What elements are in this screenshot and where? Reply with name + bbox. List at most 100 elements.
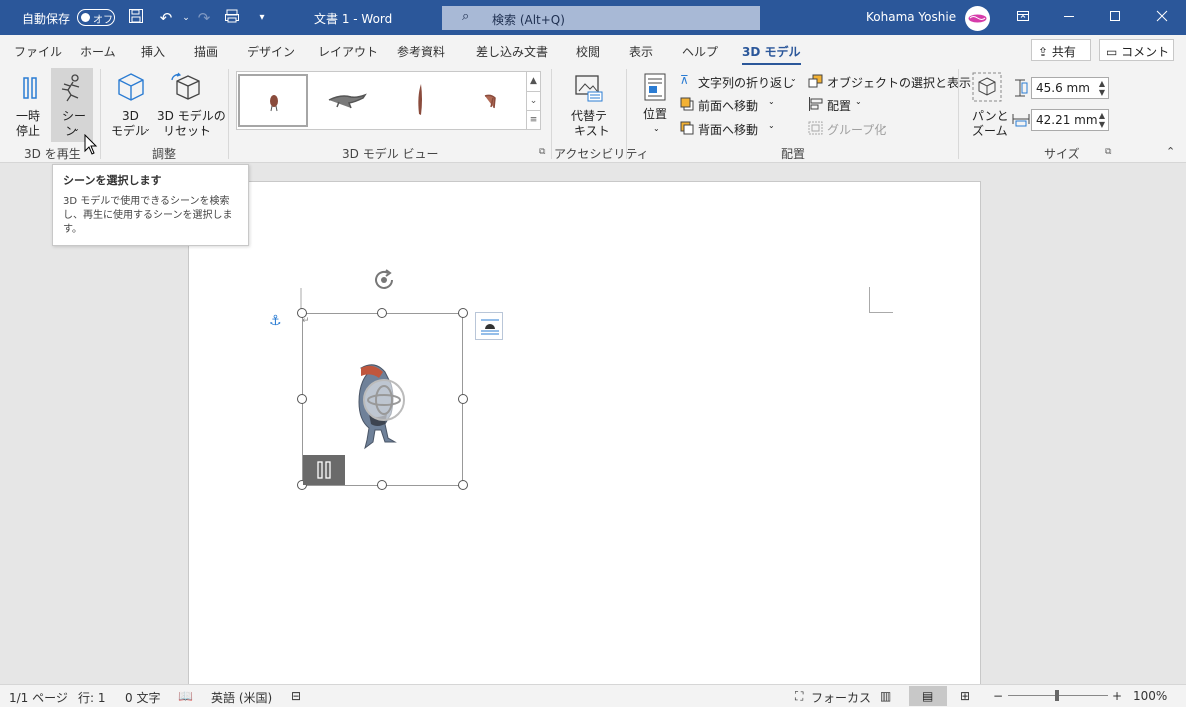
maximize-icon[interactable] [1108, 9, 1122, 23]
spin-down-icon[interactable]: ▼ [1099, 120, 1105, 129]
3d-model-button[interactable]: 3D モデル ⌄ [108, 69, 154, 141]
page-count[interactable]: 1/1 ページ [9, 689, 68, 706]
tab-review[interactable]: 校閲 [576, 43, 600, 60]
wrap-text-button[interactable]: ⊼ 文字列の折り返し ⌄ [680, 73, 800, 91]
align-button[interactable]: 配置 ⌄ [808, 96, 868, 114]
macro-record-icon[interactable]: ⊟ [291, 689, 301, 703]
gallery-scroll-up[interactable]: ▲ [526, 72, 540, 91]
zoom-out-icon[interactable]: − [993, 689, 1003, 703]
gallery-more[interactable]: ≡ [526, 110, 540, 129]
save-icon[interactable] [126, 8, 146, 28]
chevron-down-icon: ⌄ [73, 124, 80, 133]
tab-file[interactable]: ファイル [14, 43, 62, 60]
rotate-handle-icon[interactable] [372, 268, 398, 292]
user-name[interactable]: Kohama Yoshie [866, 10, 956, 24]
resize-handle[interactable] [297, 394, 307, 404]
proofing-icon[interactable]: 📖 [178, 689, 193, 703]
customize-qat-icon[interactable]: ▾ [252, 8, 272, 28]
width-input[interactable]: 42.21 mm ▲ ▼ [1031, 109, 1109, 131]
minimize-icon[interactable] [1062, 9, 1076, 23]
resize-handle[interactable] [377, 308, 387, 318]
layout-options-button[interactable] [475, 312, 503, 340]
scene-button[interactable]: シー ン ⌄ [51, 68, 93, 142]
resize-handle[interactable] [458, 480, 468, 490]
spin-up-icon[interactable]: ▲ [1099, 79, 1105, 88]
tab-help[interactable]: ヘルプ [682, 43, 718, 60]
line-number[interactable]: 行: 1 [78, 689, 106, 706]
view-thumbnail-top[interactable] [385, 74, 455, 127]
tab-design[interactable]: デザイン [247, 43, 295, 60]
resize-handle[interactable] [297, 308, 307, 318]
zoom-level[interactable]: 100% [1133, 689, 1167, 703]
spin-up-icon[interactable]: ▲ [1099, 111, 1105, 120]
dialog-launcher-icon[interactable]: ⧉ [539, 147, 545, 157]
print-layout-icon: ▤ [922, 689, 934, 703]
spin-down-icon[interactable]: ▼ [1099, 88, 1105, 97]
position-button[interactable]: 位置 ⌄ [638, 69, 674, 141]
reset-3d-model-button[interactable]: 3D モデルの リセット ⌄ [156, 69, 226, 141]
share-button[interactable]: ⇪ 共有 [1031, 39, 1091, 61]
selection-pane-button[interactable]: オブジェクトの選択と表示 [808, 73, 971, 91]
undo-dropdown-icon[interactable]: ⌄ [176, 8, 196, 28]
collapse-ribbon-icon[interactable]: ⌃ [1166, 145, 1175, 158]
send-backward-icon [680, 121, 694, 135]
gallery-scroll-down[interactable]: ⌄ [526, 91, 540, 110]
tab-insert[interactable]: 挿入 [141, 43, 165, 60]
zoom-in-icon[interactable]: + [1112, 689, 1122, 703]
tab-3d-model[interactable]: 3D モデル [742, 43, 801, 65]
chevron-down-icon: ⌄ [200, 124, 207, 133]
selection-pane-label: オブジェクトの選択と表示 [827, 76, 972, 90]
comment-button[interactable]: ▭ コメント [1099, 39, 1174, 61]
pause-button[interactable]: 一時 停止 [12, 69, 48, 141]
word-count[interactable]: 0 文字 [125, 689, 160, 706]
read-mode-icon[interactable]: ▥ [880, 689, 891, 703]
bring-forward-icon [680, 97, 694, 111]
view-thumbnail-front[interactable] [238, 74, 308, 127]
ribbon-display-icon[interactable] [1016, 9, 1030, 23]
alt-text-label-2: キスト [574, 124, 610, 138]
tab-mailings[interactable]: 差し込み文書 [476, 43, 548, 60]
focus-mode[interactable]: フォーカス [811, 689, 871, 706]
undo-icon[interactable]: ↶ [156, 8, 176, 28]
search-box[interactable]: ⌕ 検索 (Alt+Q) [442, 6, 760, 30]
3d-view-gallery: ▲ ⌄ ≡ [236, 71, 541, 130]
dinosaur-thumbnail-icon [270, 95, 278, 112]
pan-zoom-button[interactable]: パンと ズーム [966, 69, 1009, 141]
group-button[interactable]: グループ化 ⌄ [808, 120, 898, 138]
resize-handle[interactable] [458, 308, 468, 318]
dialog-launcher-icon[interactable]: ⧉ [1105, 147, 1111, 157]
tab-references[interactable]: 参考資料 [397, 43, 445, 60]
tab-layout[interactable]: レイアウト [318, 43, 378, 60]
pause-animation-button[interactable] [303, 455, 345, 485]
print-preview-icon[interactable] [222, 8, 242, 28]
separator [100, 69, 101, 159]
web-layout-icon[interactable]: ⊞ [960, 689, 970, 703]
alt-text-button[interactable]: 代替テ キスト [566, 69, 612, 141]
3d-rotate-handle-icon[interactable] [362, 378, 406, 422]
dinosaur-thumbnail-icon [418, 84, 422, 115]
focus-icon[interactable]: ⛶ [795, 689, 803, 704]
resize-handle[interactable] [458, 394, 468, 404]
tab-draw[interactable]: 描画 [194, 43, 218, 60]
tab-home[interactable]: ホーム [80, 43, 116, 60]
separator [958, 69, 959, 159]
print-layout-button[interactable]: ▤ [909, 686, 947, 706]
height-input[interactable]: 45.6 mm ▲ ▼ [1031, 77, 1109, 99]
resize-handle[interactable] [377, 480, 387, 490]
separator [626, 69, 627, 159]
tab-view[interactable]: 表示 [629, 43, 653, 60]
redo-icon[interactable]: ↷ [194, 8, 214, 28]
autosave-toggle[interactable]: オフ [77, 9, 115, 26]
close-icon[interactable] [1155, 9, 1169, 23]
pan-zoom-icon [972, 72, 1002, 102]
document-page[interactable]: ⚓ ↵ [188, 181, 981, 691]
zoom-slider-thumb[interactable] [1055, 690, 1059, 701]
search-placeholder: 検索 (Alt+Q) [492, 13, 565, 27]
send-backward-button[interactable]: 背面へ移動 ⌄ [680, 120, 780, 138]
view-thumbnail-side[interactable] [311, 74, 381, 127]
view-thumbnail-angle[interactable] [459, 74, 529, 127]
language[interactable]: 英語 (米国) [211, 689, 272, 706]
bring-forward-button[interactable]: 前面へ移動 ⌄ [680, 96, 780, 114]
anchor-icon[interactable]: ⚓ [269, 313, 282, 329]
avatar[interactable] [965, 6, 990, 31]
